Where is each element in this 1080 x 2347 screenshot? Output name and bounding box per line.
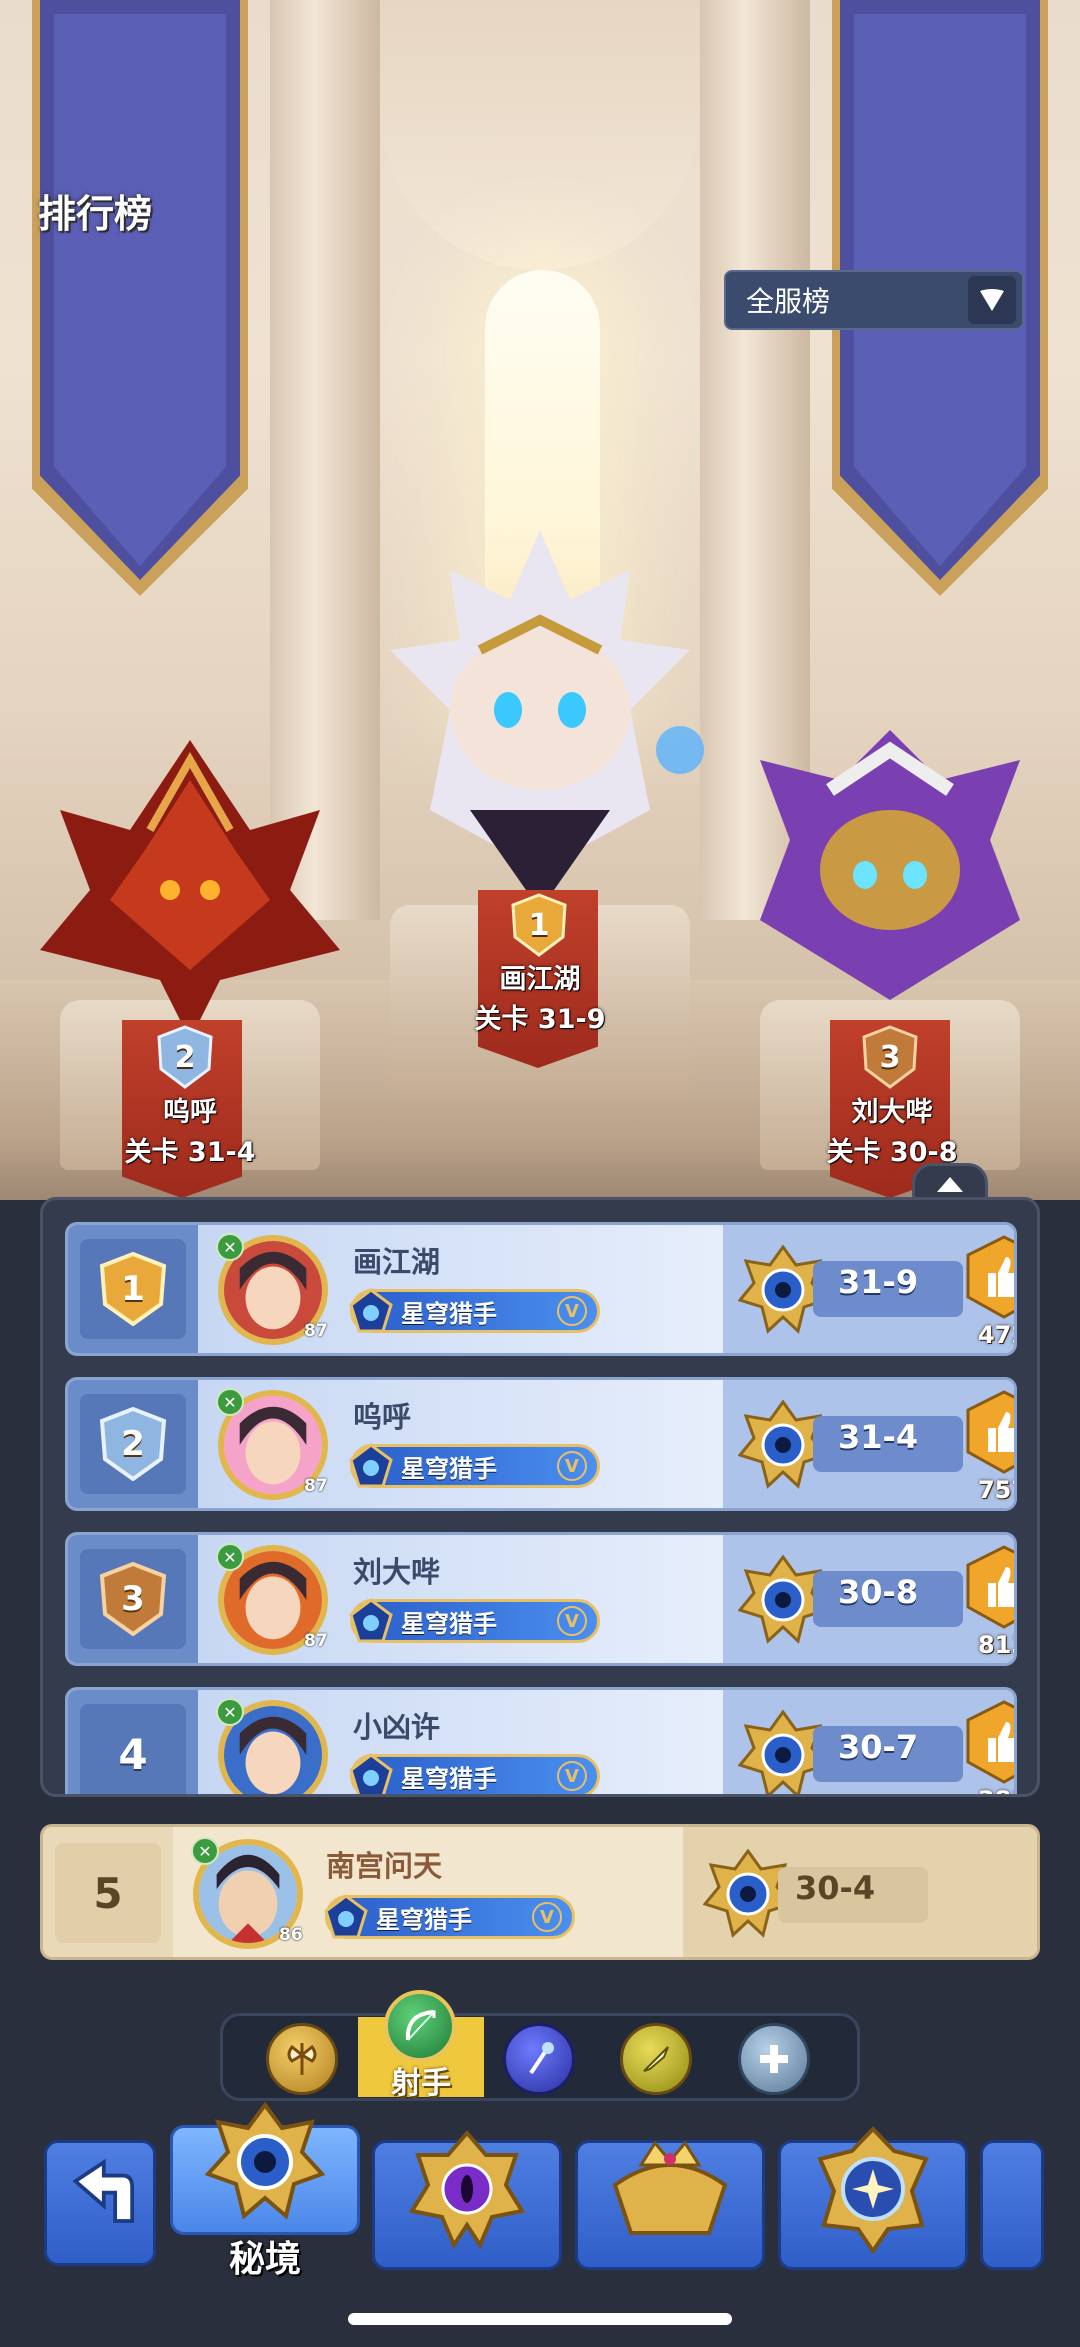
table-row[interactable]: 4 ✕ 小凶许 星穹猎手 V 30-7 381 (65, 1687, 1017, 1794)
title-badge[interactable]: 星穹猎手 V (349, 1288, 600, 1333)
table-row[interactable]: 2 ✕ 87 呜呼 星穹猎手 V 31-4 757 (65, 1377, 1017, 1511)
player-name: 呜呼 (353, 1400, 412, 1434)
back-button[interactable] (44, 2140, 156, 2266)
rank-medal-icon: 3 (98, 1562, 168, 1636)
player-level: 87 (304, 1631, 328, 1651)
thumbs-up-icon[interactable] (964, 1700, 1017, 1784)
home-indicator (348, 2313, 732, 2325)
chevron-up-icon (937, 1176, 963, 1192)
rank-medal-icon: 2 (98, 1407, 168, 1481)
title-badge[interactable]: 星穹猎手 V (349, 1443, 600, 1488)
podium-name-1: 画江湖 (499, 964, 581, 995)
rank-medal-icon: 1 (98, 1252, 168, 1326)
class-tag-icon: ✕ (216, 1543, 244, 1571)
podium-rank-badge-3: 3 (860, 1025, 920, 1089)
nav-item-partial[interactable] (980, 2140, 1044, 2270)
class-tag-icon: ✕ (216, 1698, 244, 1726)
chevron-down-icon[interactable] (968, 276, 1016, 324)
assassin-blade-icon[interactable] (620, 2023, 692, 2095)
title-badge-v-icon: V (557, 1451, 587, 1481)
secret-realm-emblem-icon (204, 2101, 326, 2220)
nav-secret-realm-label: 秘境 (228, 2239, 301, 2280)
rank-box: 1 (80, 1239, 186, 1339)
warrior-axe-icon[interactable] (266, 2023, 338, 2095)
title-badge-v-icon: V (532, 1902, 562, 1932)
title-badge-v-icon: V (557, 1606, 587, 1636)
player-name: 刘大哔 (353, 1555, 441, 1589)
server-scope-value: 全服榜 (746, 285, 831, 318)
support-cross-icon[interactable] (738, 2023, 810, 2095)
player-level: 87 (304, 1476, 328, 1496)
podium-name-2: 呜呼 (163, 1097, 217, 1128)
like-count: 381 (960, 1786, 1014, 1794)
podium-stage-2: 关卡 31-4 (124, 1137, 256, 1168)
like-count: 813 (977, 1631, 1014, 1659)
thumbs-up-icon[interactable] (964, 1545, 1017, 1629)
star-emblem-icon (817, 2126, 929, 2255)
like-count: 472 (977, 1321, 1014, 1349)
title-emblem-icon (349, 1288, 393, 1333)
podium-rank-badge-1: 1 (509, 893, 569, 957)
hero-rank-2[interactable] (20, 720, 360, 1050)
rank-box: 2 (80, 1394, 186, 1494)
stage-value: 30-4 (795, 1869, 876, 1907)
self-rank-number: 5 (55, 1843, 161, 1943)
table-row[interactable]: 1 ✕ 87 画江湖 星穹猎手 V 31-9 472 (65, 1222, 1017, 1356)
stage-value: 30-7 (838, 1728, 919, 1766)
title-badge-label: 星穹猎手 (401, 1609, 497, 1638)
stage-value: 31-4 (838, 1418, 919, 1456)
title-badge[interactable]: 星穹猎手 V (349, 1753, 600, 1794)
crown-emblem-icon (612, 2140, 728, 2235)
title-badge[interactable]: 星穹猎手 V (349, 1598, 600, 1643)
stage-value: 31-9 (838, 1263, 919, 1301)
title-emblem-icon (349, 1443, 393, 1488)
like-count: 757 (977, 1476, 1014, 1504)
player-name: 南宫问天 (326, 1849, 443, 1883)
arena-background: 2 1 3 呜呼 关卡 31-4 画江湖 关卡 31-9 刘大哔 关卡 30-8 (0, 0, 1080, 1200)
rank-number: 4 (118, 1729, 148, 1779)
self-rank-row[interactable]: 5 ✕ 86 南宫问天 星穹猎手 V 30-4 (40, 1824, 1040, 1960)
class-tag-icon: ✕ (191, 1837, 219, 1865)
page-title: 排行榜 (38, 192, 153, 236)
title-emblem-icon (349, 1598, 393, 1643)
title-badge[interactable]: 星穹猎手 V (324, 1894, 575, 1939)
server-scope-dropdown[interactable]: 全服榜 (724, 270, 1024, 330)
back-arrow-icon (72, 2158, 135, 2223)
class-tag-icon: ✕ (216, 1388, 244, 1416)
thumbs-up-icon[interactable] (964, 1235, 1017, 1319)
player-level: 86 (279, 1925, 303, 1945)
title-emblem-icon (324, 1894, 368, 1939)
rank-box: 4 (80, 1704, 186, 1794)
leaderboard-list[interactable]: 1 ✕ 87 画江湖 星穹猎手 V 31-9 47 2 ✕ 87 呜呼 星穹猎手… (40, 1197, 1040, 1797)
purple-eye-emblem-icon (408, 2129, 526, 2250)
hero-rank-1[interactable] (330, 510, 750, 930)
title-badge-label: 星穹猎手 (401, 1454, 497, 1483)
table-row[interactable]: 3 ✕ 87 刘大哔 星穹猎手 V 30-8 813 (65, 1532, 1017, 1666)
podium-name-3: 刘大哔 (851, 1097, 933, 1128)
hero-rank-3[interactable] (720, 700, 1060, 1040)
title-badge-label: 星穹猎手 (401, 1299, 497, 1328)
title-badge-v-icon: V (557, 1296, 587, 1326)
archer-bow-icon[interactable] (384, 1990, 456, 2062)
title-badge-label: 星穹猎手 (376, 1905, 472, 1934)
stage-value: 30-8 (838, 1573, 919, 1611)
podium-stage-1: 关卡 31-9 (474, 1004, 606, 1035)
thumbs-up-icon[interactable] (964, 1390, 1017, 1474)
podium-rank-badge-2: 2 (155, 1025, 215, 1089)
title-emblem-icon (349, 1753, 393, 1794)
class-tab-archer-label[interactable]: 射手 (358, 2058, 484, 2102)
arch-top (380, 0, 700, 270)
player-name: 画江湖 (353, 1245, 441, 1279)
title-badge-label: 星穹猎手 (401, 1764, 497, 1793)
player-level: 87 (304, 1321, 328, 1341)
class-tag-icon: ✕ (216, 1233, 244, 1261)
banner-left (40, 0, 240, 580)
mage-staff-icon[interactable] (503, 2023, 575, 2095)
title-badge-v-icon: V (557, 1761, 587, 1791)
collapse-panel-button[interactable] (912, 1163, 988, 1201)
rank-box: 3 (80, 1549, 186, 1649)
player-name: 小凶许 (353, 1710, 441, 1744)
